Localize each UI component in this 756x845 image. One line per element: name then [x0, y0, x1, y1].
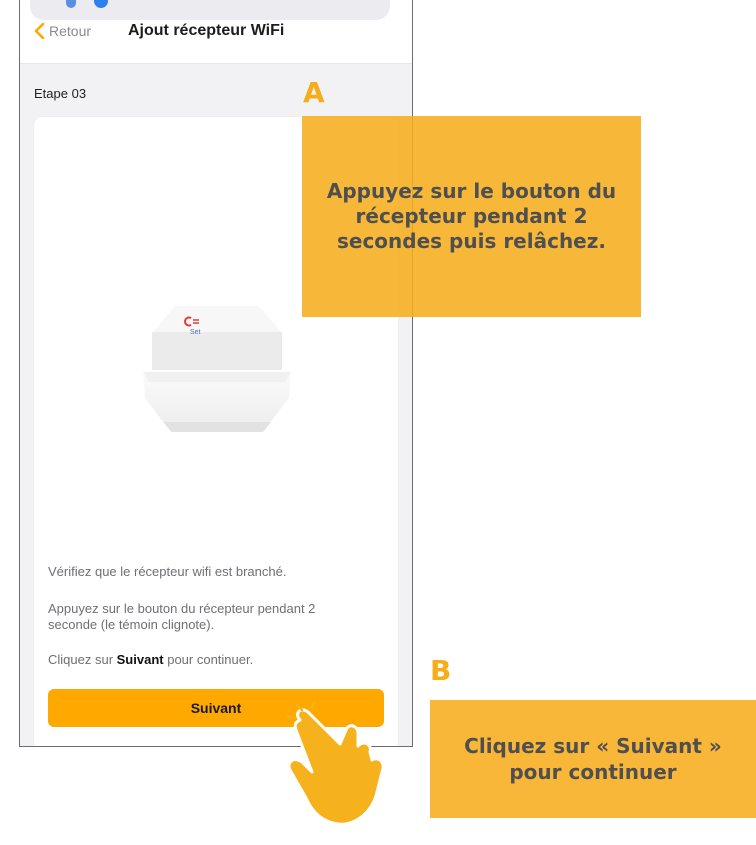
wifi-receiver-image: Set — [143, 306, 291, 432]
notification-icon — [94, 0, 108, 8]
notification-icon — [66, 0, 76, 8]
instruction-text-1: Vérifiez que le récepteur wifi est branc… — [48, 564, 287, 579]
back-button[interactable]: Retour — [34, 23, 91, 39]
status-bar — [30, 0, 390, 20]
chevron-left-icon — [34, 23, 45, 39]
step-label: Etape 03 — [34, 86, 87, 101]
instruction-text-3-prefix: Cliquez sur — [48, 652, 117, 667]
annotation-callout-a: Appuyez sur le bouton du récepteur penda… — [302, 116, 641, 317]
pointing-hand-icon — [286, 700, 385, 826]
device-set-label: Set — [190, 329, 201, 336]
annotation-letter-b: B — [430, 654, 452, 687]
annotation-callout-b: Cliquez sur « Suivant » pour continuer — [430, 700, 756, 818]
annotation-letter-a: A — [303, 76, 325, 109]
phone-screen: Retour Ajout récepteur WiFi Etape 03 Set… — [19, 0, 413, 747]
app-header: Retour Ajout récepteur WiFi — [20, 0, 412, 64]
page-title: Ajout récepteur WiFi — [128, 22, 285, 39]
instruction-text-3: Cliquez sur Suivant pour continuer. — [48, 652, 368, 668]
instruction-text-3-suffix: pour continuer. — [163, 652, 254, 667]
instruction-text-2: Appuyez sur le bouton du récepteur penda… — [48, 601, 316, 632]
instruction-text-3-bold: Suivant — [116, 652, 164, 667]
back-label: Retour — [49, 23, 92, 39]
